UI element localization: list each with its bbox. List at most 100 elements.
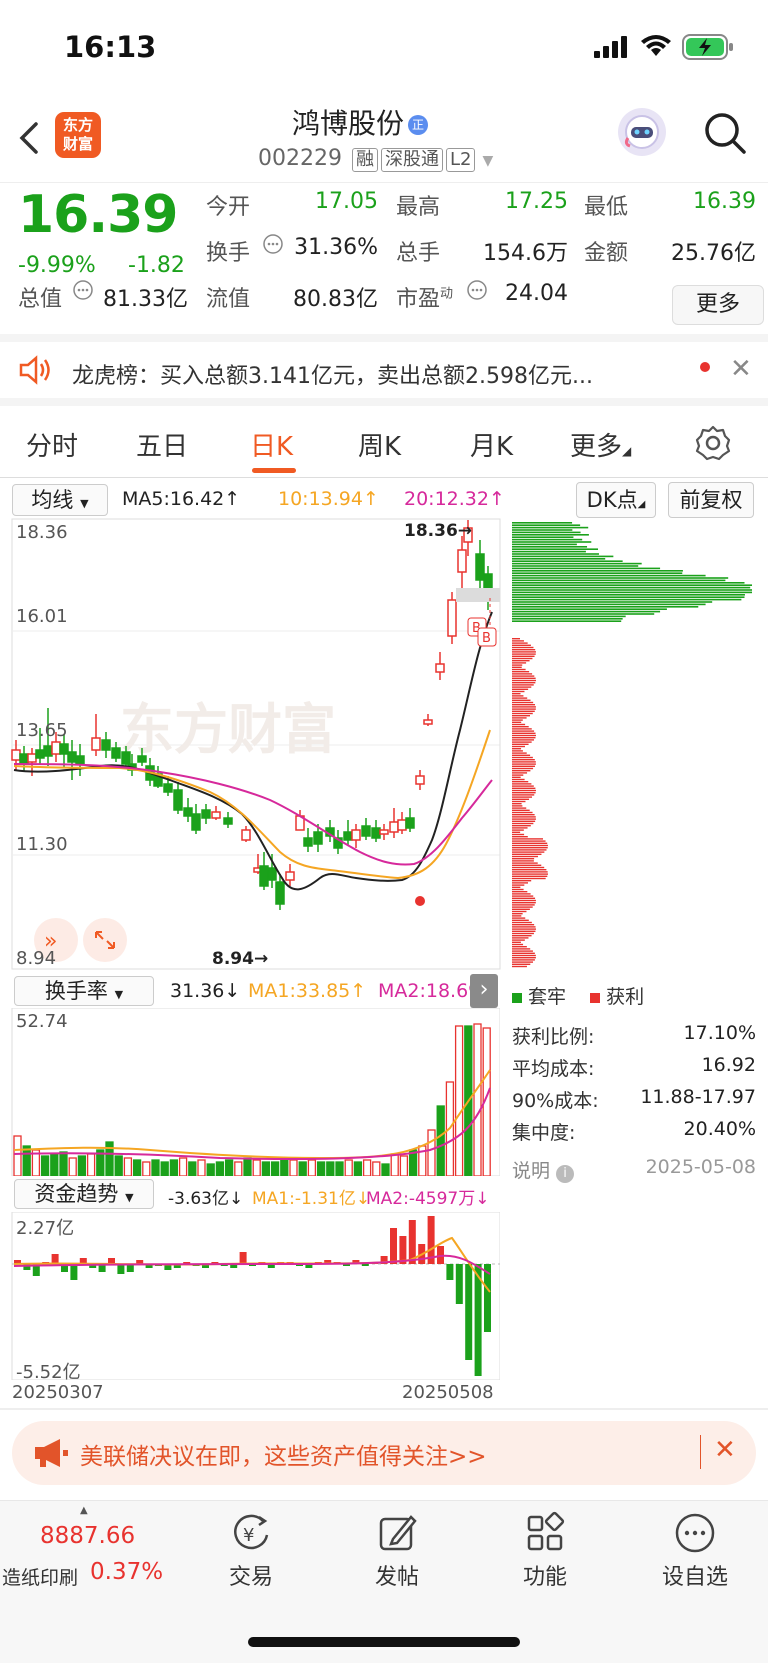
chip-bar-profit — [512, 767, 534, 770]
back-icon[interactable] — [14, 118, 54, 158]
assistant-avatar[interactable] — [618, 108, 666, 156]
info-icon[interactable] — [466, 279, 488, 305]
post-button[interactable]: 发帖 — [342, 1511, 452, 1591]
turnover-bar — [344, 1159, 353, 1176]
turnover-bar — [151, 1159, 160, 1176]
chip-bar-profit — [512, 693, 521, 695]
candle-body — [397, 819, 407, 831]
turnover-bar — [114, 1155, 123, 1176]
chip-bar-trapped — [512, 620, 622, 622]
turnover-bar — [473, 1023, 482, 1176]
function-button[interactable]: 功能 — [490, 1511, 600, 1591]
caret-up-icon: ▲ — [80, 1505, 88, 1516]
chip-bar-profit — [512, 957, 536, 959]
candle-body — [275, 881, 285, 905]
indicator-select[interactable]: 均线 ▼ — [12, 484, 108, 516]
change-percent: -9.99% — [18, 253, 96, 278]
info-icon[interactable] — [72, 279, 94, 305]
chip-bar-profit — [512, 741, 532, 743]
stock-code-row[interactable]: 002229 融深股通 L2 ▼ — [258, 146, 493, 172]
turnover-bar — [280, 1157, 289, 1176]
low-marker: 8.94→ — [212, 949, 269, 969]
add-watchlist-button[interactable]: 设自选 — [640, 1511, 750, 1591]
tab-intraday[interactable]: 分时 — [26, 426, 78, 463]
profit-ratio-value: 17.10% — [683, 1022, 756, 1044]
fund-flow-bar — [51, 1254, 59, 1264]
chip-bar-profit — [512, 664, 523, 666]
close-icon[interactable]: ✕ — [714, 1435, 736, 1465]
chip-bar-profit — [512, 833, 525, 836]
chip-bar-profit — [512, 770, 531, 772]
chip-bar-profit — [512, 708, 536, 710]
settings-gear-icon[interactable] — [694, 424, 732, 466]
search-icon[interactable] — [702, 110, 748, 156]
high-value: 17.25 — [505, 189, 568, 214]
stock-code: 002229 — [258, 146, 342, 171]
tab-daily-k[interactable]: 日K — [250, 426, 293, 463]
chevron-right-icon[interactable]: › — [470, 974, 498, 1008]
turnover-bar — [326, 1161, 335, 1176]
kline-chart[interactable]: 东方财富 B B » — [0, 518, 768, 970]
turnover-select[interactable]: 换手率 ▼ — [14, 976, 154, 1006]
svg-text:¥: ¥ — [243, 1525, 254, 1546]
candle-body — [457, 549, 467, 573]
promo-banner[interactable]: 美联储决议在即，这些资产值得关注>> ✕ — [12, 1421, 756, 1485]
turnover-bar — [142, 1161, 151, 1176]
chip-bar-profit — [512, 939, 525, 941]
app-logo[interactable]: 东方 财富 — [55, 112, 101, 158]
chip-bar-trapped — [512, 601, 713, 603]
tab-weekly-k[interactable]: 周K — [358, 426, 401, 463]
chip-bar-profit — [512, 682, 536, 684]
chip-bar-trapped — [512, 555, 614, 558]
turnover-bar — [188, 1161, 197, 1176]
chip-bar-trapped — [512, 606, 699, 608]
chip-bar-trapped — [512, 526, 589, 529]
chip-note-link[interactable]: 说明 i — [512, 1156, 575, 1183]
profit-swatch — [590, 993, 601, 1003]
tab-more[interactable]: 更多◢ — [570, 426, 631, 463]
ma5-value: MA5:16.42↑ — [122, 488, 241, 510]
trade-button[interactable]: ¥ 交易 — [196, 1511, 306, 1591]
chip-bar-profit — [512, 798, 530, 800]
banner-divider — [700, 1435, 701, 1469]
chip-bar-profit — [512, 668, 526, 671]
chip-bar-profit — [512, 860, 534, 862]
sector-name[interactable]: 造纸印刷 — [2, 1563, 78, 1590]
candle-body — [51, 741, 61, 755]
chip-bar-profit — [512, 809, 530, 811]
close-icon[interactable]: ✕ — [730, 354, 752, 384]
turnover-bar — [86, 1153, 96, 1176]
chip-bar-profit — [512, 915, 522, 917]
chip-bar-profit — [512, 893, 531, 895]
turnover-chart[interactable] — [0, 1008, 500, 1176]
more-button[interactable]: 更多 — [672, 285, 764, 325]
chip-bar-trapped — [512, 589, 752, 591]
chip-bar-trapped — [512, 560, 623, 562]
chip-bar-profit — [512, 734, 536, 737]
chip-bar-trapped — [512, 538, 583, 541]
tab-five-day[interactable]: 五日 — [136, 426, 188, 463]
chip-bar-profit — [512, 640, 524, 642]
fund-flow-select[interactable]: 资金趋势 ▼ — [14, 1179, 154, 1209]
fullscreen-button[interactable] — [83, 918, 127, 962]
fund-flow-chart[interactable] — [0, 1212, 500, 1380]
chip-bar-profit — [512, 884, 525, 886]
date-end: 20250508 — [402, 1382, 494, 1403]
tab-monthly-k[interactable]: 月K — [470, 426, 513, 463]
sector-index-value[interactable]: 8887.66 — [40, 1523, 135, 1549]
dk-point-select[interactable]: DK点◢ — [576, 482, 656, 518]
chip-bar-profit — [512, 655, 535, 657]
event-dot — [415, 896, 425, 906]
adjust-button[interactable]: 前复权 — [668, 482, 754, 518]
dragon-tiger-notice[interactable]: 龙虎榜：买入总额3.141亿元，卖出总额2.598亿元... ✕ — [0, 334, 768, 406]
chip-bar-trapped — [512, 598, 742, 601]
chip-bar-profit — [512, 888, 524, 891]
chip-bar-profit — [512, 946, 527, 948]
info-icon[interactable] — [262, 233, 284, 259]
chip-bar-trapped — [512, 574, 706, 577]
sector-change: 0.37% — [90, 1559, 164, 1585]
float-cap-label: 流值 — [206, 287, 251, 312]
chip-bar-trapped — [512, 613, 655, 615]
chip-bar-profit — [512, 886, 521, 888]
chip-bar-profit — [512, 686, 532, 688]
